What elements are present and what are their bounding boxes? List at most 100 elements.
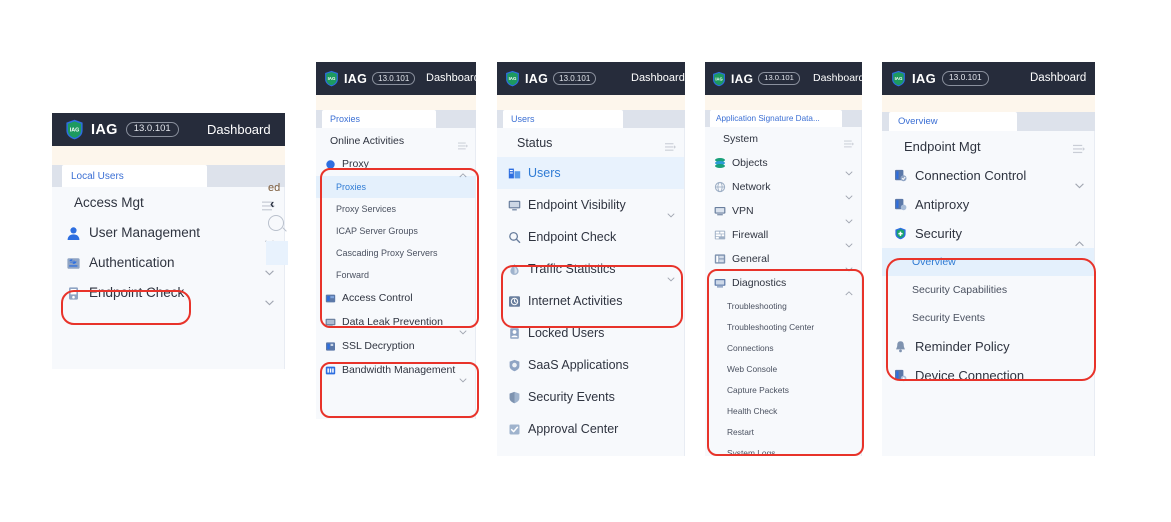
sidebar-item-approval-center[interactable]: Approval Center (497, 413, 684, 445)
brand-name: IAG (525, 71, 549, 86)
sidebar-item-reminder-policy[interactable]: Reminder Policy (882, 332, 1094, 361)
sidebar-subitem-security-events[interactable]: Security Events (882, 304, 1094, 332)
tab-local-users[interactable]: Local Users (62, 165, 207, 187)
sidebar-subitem-security-capabilities[interactable]: Security Capabilities (882, 276, 1094, 304)
sidebar-item-antiproxy[interactable]: Antiproxy (882, 190, 1094, 219)
topbar-menu-dashboard[interactable]: Dashboard (207, 122, 271, 137)
sidebar-item-firewall[interactable]: Firewall (705, 223, 861, 248)
sidebar-item-bandwidth-management[interactable]: Bandwidth Management (316, 358, 475, 383)
sidebar-item-endpoint-check[interactable]: Endpoint Check (497, 221, 684, 253)
sidebar-item-endpoint-check[interactable]: Endpoint Check (52, 278, 284, 308)
sidebar-item-network[interactable]: Network (705, 175, 861, 200)
tab-application-signature-database[interactable]: Application Signature Data... (710, 110, 842, 127)
search-icon[interactable] (268, 215, 284, 231)
sidebar-item-label: Endpoint Visibility (528, 197, 626, 212)
sidebar-item-users[interactable]: Users (497, 157, 684, 189)
sidebar-item-ssl-decryption[interactable]: SSL Decryption (316, 334, 475, 358)
sidebar-subitem-capture-packets[interactable]: Capture Packets (705, 379, 861, 400)
sidebar-item-device-connection[interactable]: Device Connection (882, 361, 1094, 390)
sidebar-subitem-restart[interactable]: Restart (705, 421, 861, 442)
sidebar-item-general[interactable]: General (705, 247, 861, 272)
sidebar-subitem-overview[interactable]: Overview (882, 248, 1094, 276)
sidebar-item-internet-activities[interactable]: Internet Activities (497, 285, 684, 317)
chevron-down-icon[interactable] (667, 269, 675, 282)
sidebar-item-vpn[interactable]: VPN (705, 199, 861, 224)
sidebar-subitem-system-logs[interactable]: System Logs (705, 442, 861, 457)
sidebar: Access Mgt User Management Authenticatio… (52, 187, 285, 369)
sidebar-item-label: SaaS Applications (528, 357, 629, 372)
ssl-decryption-icon (325, 341, 336, 352)
chevron-down-icon[interactable] (667, 205, 675, 218)
panel-system: IAG IAG 13.0.101 Dashboard Application S… (705, 62, 862, 456)
collapse-menu-icon[interactable] (844, 135, 854, 148)
traffic-statistics-icon (508, 263, 521, 276)
chevron-down-icon[interactable] (459, 322, 467, 335)
topbar-menu-dashboard[interactable]: Dashboard (426, 72, 476, 84)
version-badge: 13.0.101 (553, 71, 597, 86)
approval-center-icon (508, 423, 521, 436)
sidebar-item-label: Endpoint Check (528, 229, 617, 244)
sidebar-subitem-proxies[interactable]: Proxies (316, 176, 475, 198)
chevron-up-icon[interactable] (459, 165, 467, 177)
sidebar-item-security-events[interactable]: Security Events (497, 381, 684, 413)
sidebar-header-endpoint-mgt: Endpoint Mgt (882, 131, 1094, 161)
sidebar-item-authentication[interactable]: Authentication (52, 248, 284, 278)
chevron-down-icon[interactable] (265, 293, 274, 306)
chevron-up-icon[interactable] (1075, 234, 1084, 246)
chevron-down-icon[interactable] (845, 235, 853, 248)
tab-overview[interactable]: Overview (889, 112, 1017, 131)
chevron-down-icon[interactable] (845, 259, 853, 272)
sidebar-subitem-cascading-proxy-servers[interactable]: Cascading Proxy Servers (316, 242, 475, 264)
sidebar-item-security[interactable]: Security (882, 219, 1094, 248)
device-connection-icon (894, 369, 907, 382)
user-icon (66, 226, 81, 241)
tabstrip: Application Signature Data... (705, 110, 862, 127)
sidebar-header-label: Endpoint Mgt (904, 138, 981, 154)
chevron-down-icon[interactable] (265, 233, 274, 246)
sidebar-item-locked-users[interactable]: Locked Users (497, 317, 684, 349)
sidebar-item-access-control[interactable]: Access Control (316, 286, 475, 310)
chevron-down-icon[interactable] (459, 370, 467, 383)
content-row-highlight (266, 241, 288, 265)
collapse-arrow-icon[interactable]: ‹ (270, 196, 274, 211)
sidebar-subitem-health-check[interactable]: Health Check (705, 400, 861, 421)
sidebar-subitem-troubleshooting-center[interactable]: Troubleshooting Center (705, 316, 861, 337)
chevron-down-icon[interactable] (1075, 176, 1084, 188)
sidebar-item-data-leak-prevention[interactable]: Data Leak Prevention (316, 310, 475, 335)
sidebar-header-label: System (723, 133, 759, 145)
topbar-menu-dashboard[interactable]: Dashboard (813, 72, 862, 84)
sidebar-item-objects[interactable]: Objects (705, 151, 861, 176)
sidebar-header-label: Online Activities (330, 134, 405, 147)
sidebar-subitem-forward[interactable]: Forward (316, 264, 475, 286)
topbar-menu-dashboard[interactable]: Dashboard (631, 72, 685, 84)
chevron-up-icon[interactable] (845, 283, 853, 296)
sidebar-item-saas-applications[interactable]: SaaS Applications (497, 349, 684, 381)
sidebar-subitem-web-console[interactable]: Web Console (705, 358, 861, 379)
iag-logo-icon: IAG (891, 70, 906, 87)
tab-users[interactable]: Users (503, 110, 623, 128)
sidebar-header-system: System (705, 127, 861, 151)
chevron-down-icon[interactable] (845, 163, 853, 176)
svg-text:IAG: IAG (895, 76, 903, 81)
sidebar-item-diagnostics[interactable]: Diagnostics (705, 271, 861, 296)
sidebar-item-connection-control[interactable]: Connection Control (882, 161, 1094, 190)
chevron-down-icon[interactable] (845, 187, 853, 200)
sidebar-subitem-connections[interactable]: Connections (705, 337, 861, 358)
sidebar-item-label: Access Control (342, 291, 413, 304)
sidebar-item-proxy[interactable]: Proxy (316, 153, 475, 177)
sidebar-item-user-management[interactable]: User Management (52, 218, 284, 248)
topbar-menu-dashboard[interactable]: Dashboard (1030, 72, 1086, 84)
panel-proxies: IAG IAG 13.0.101 Dashboard Proxies Onlin… (316, 62, 476, 419)
collapse-menu-icon[interactable] (1073, 141, 1085, 154)
collapse-menu-icon[interactable] (665, 138, 676, 151)
collapse-menu-icon[interactable] (458, 137, 468, 149)
tab-proxies[interactable]: Proxies (322, 110, 436, 128)
chevron-down-icon[interactable] (845, 211, 853, 224)
topbar: IAG IAG 13.0.101 Dashboard (705, 62, 862, 95)
sidebar-subitem-icap-server-groups[interactable]: ICAP Server Groups (316, 220, 475, 242)
sidebar-item-traffic-statistics[interactable]: Traffic Statistics (497, 253, 684, 285)
panel-local-users: IAG IAG 13.0.101 Dashboard Local Users A… (52, 113, 285, 369)
sidebar-subitem-proxy-services[interactable]: Proxy Services (316, 198, 475, 220)
sidebar-subitem-troubleshooting[interactable]: Troubleshooting (705, 295, 861, 316)
sidebar-item-endpoint-visibility[interactable]: Endpoint Visibility (497, 189, 684, 221)
